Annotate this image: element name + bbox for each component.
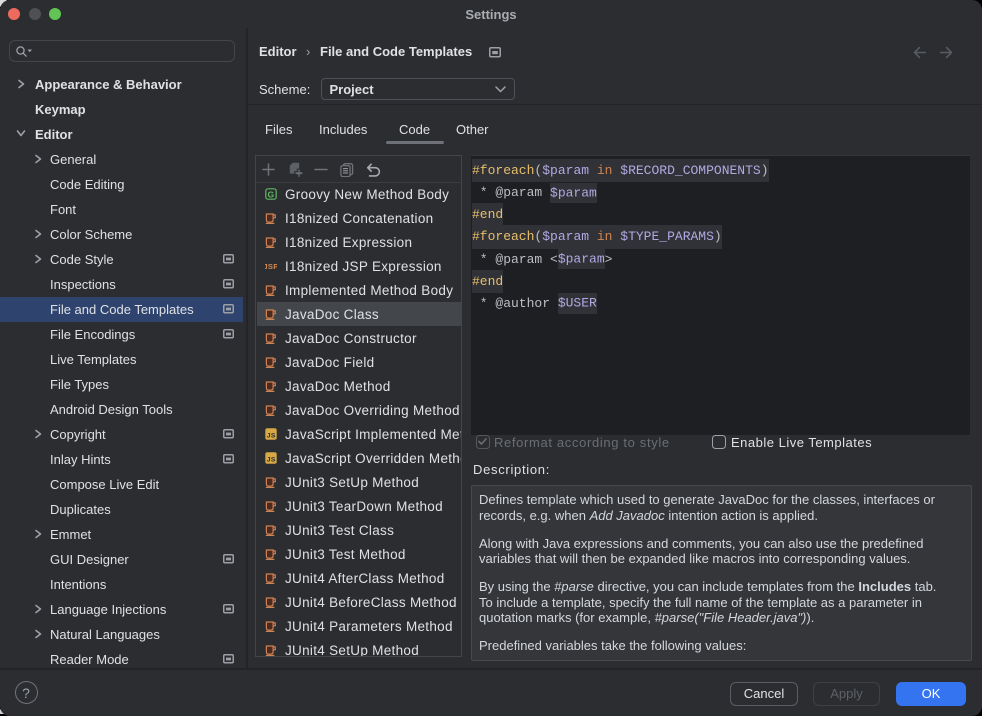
svg-text:JSP: JSP [265, 262, 277, 271]
svg-text:G: G [268, 189, 275, 199]
svg-text:JS: JS [267, 456, 276, 463]
svg-text:JS: JS [267, 432, 276, 439]
